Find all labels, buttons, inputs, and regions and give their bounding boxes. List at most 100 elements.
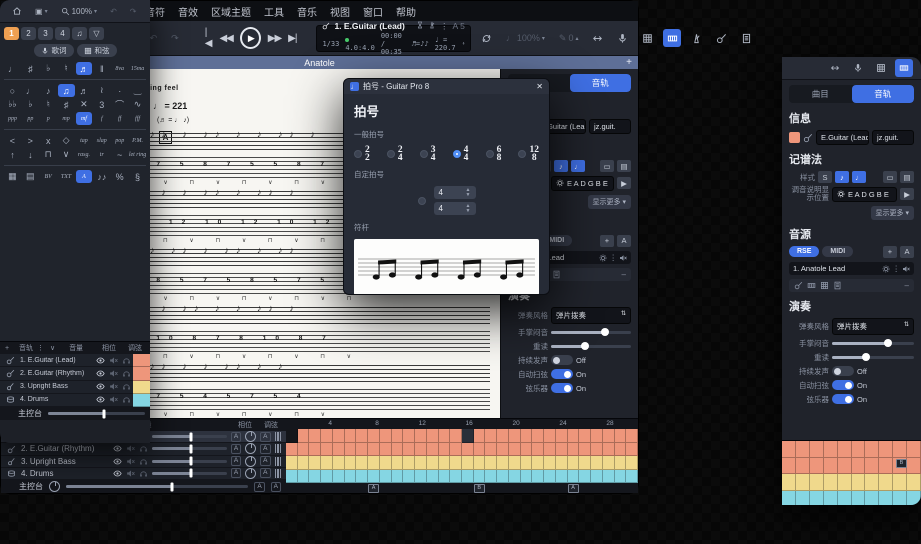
home-icon[interactable] [8, 4, 26, 18]
timeline-cell[interactable] [824, 491, 838, 506]
volume-slider[interactable] [152, 435, 227, 438]
timeline-cell[interactable] [485, 443, 497, 457]
redo-button[interactable]: ↷ [167, 31, 183, 46]
timeline-cell[interactable] [462, 470, 474, 484]
timeline-cell[interactable] [838, 458, 852, 475]
tab-track[interactable]: 音轨 [570, 74, 632, 92]
timeline-cell[interactable] [427, 429, 439, 443]
volume-slider[interactable] [152, 447, 227, 450]
mute-button[interactable] [109, 382, 118, 391]
timeline-cell[interactable] [796, 491, 810, 506]
timeline-cell[interactable] [403, 429, 415, 443]
timeline-cell[interactable] [356, 429, 368, 443]
gear-icon[interactable] [599, 254, 607, 262]
mixer-track-row[interactable]: 2. E.Guitar (Rhythm)AA [1, 443, 286, 455]
timeline-cell[interactable] [309, 429, 321, 443]
timeline-cell[interactable] [509, 429, 521, 443]
timeline-cell[interactable] [345, 429, 357, 443]
timeline-cell[interactable] [879, 441, 893, 458]
flat-icon[interactable]: ♭ [22, 98, 39, 111]
upstroke-icon[interactable]: ∨ [58, 148, 75, 161]
let-ring-icon[interactable]: let ring [129, 148, 146, 161]
slider-手掌闷音[interactable] [551, 331, 631, 334]
tuner-icon[interactable] [687, 31, 706, 46]
time-signature-icon[interactable]: ♬ [76, 62, 93, 75]
beamed-eighths-icon[interactable]: ♫ [58, 84, 75, 97]
solo-headphones-button[interactable] [122, 356, 131, 365]
master-pan-knob[interactable] [49, 481, 60, 492]
pan-automation-button[interactable]: A [260, 444, 270, 454]
timeline-cell[interactable] [615, 429, 627, 443]
timeline-cell[interactable] [474, 429, 486, 443]
dyn-ff-icon[interactable]: ff [111, 112, 128, 125]
solo-headphones-button[interactable] [122, 395, 131, 404]
mute-button[interactable] [109, 369, 118, 378]
palm-mute-icon[interactable]: P.M. [129, 134, 146, 147]
timeline-cell[interactable] [852, 441, 866, 458]
time-signature-option-4-4[interactable]: 44 [453, 146, 469, 162]
toggle-弦乐器[interactable] [551, 383, 573, 393]
timeline-cell[interactable] [879, 491, 893, 506]
timeline-cell[interactable] [603, 456, 615, 470]
timeline-cell[interactable] [286, 470, 298, 484]
voice-button-3[interactable]: 3 [38, 27, 53, 40]
timeline-cell[interactable] [309, 456, 321, 470]
menu-item-音乐[interactable]: 音乐 [297, 4, 317, 19]
fretboard-icon[interactable] [638, 31, 657, 46]
visibility-toggle[interactable] [96, 369, 105, 378]
downstroke-icon[interactable]: ⊓ [40, 148, 57, 161]
add-sound-button[interactable]: + [600, 235, 614, 247]
show-more-button[interactable]: 显示更多 ▾ [588, 195, 631, 209]
timeline-cell[interactable] [852, 491, 866, 506]
mute-button[interactable] [109, 356, 118, 365]
rewind-button[interactable]: ◀◀ [219, 33, 232, 44]
timeline-cell[interactable] [497, 429, 509, 443]
timeline-cell[interactable] [556, 429, 568, 443]
timeline-cell[interactable] [380, 443, 392, 457]
timeline-cell[interactable] [824, 458, 838, 475]
menu-item-帮助[interactable]: 帮助 [396, 4, 416, 19]
timeline-cell[interactable] [907, 458, 921, 475]
gear-icon[interactable] [556, 179, 564, 187]
timeline-cell[interactable] [309, 470, 321, 484]
slider-重读[interactable] [832, 356, 914, 359]
pan-knob[interactable] [245, 443, 256, 454]
collapse-icon[interactable]: – [622, 270, 626, 279]
master-volume-handle[interactable] [103, 409, 106, 418]
timeline-cell[interactable] [368, 456, 380, 470]
timeline-cell[interactable] [532, 456, 544, 470]
mixer-track-row[interactable]: 1. E.Guitar (Lead)AA [0, 354, 150, 367]
timeline-cell[interactable] [321, 429, 333, 443]
pan-knob[interactable] [245, 468, 256, 479]
pan-knob[interactable] [245, 431, 256, 442]
chord-diagram-icon[interactable]: ▦ [4, 170, 21, 183]
timeline-cell[interactable] [380, 470, 392, 484]
clef-icon[interactable]: ♩ [4, 62, 21, 75]
slider-handle[interactable] [581, 342, 589, 350]
slot-menu-icon[interactable]: ⋮ [892, 264, 900, 273]
view-multitrack-button[interactable]: ▤ [900, 171, 914, 183]
timeline-cell[interactable] [415, 470, 427, 484]
timeline-cell[interactable] [474, 470, 486, 484]
tuning-icon[interactable] [275, 444, 282, 453]
solo-headphones-button[interactable] [139, 457, 148, 466]
timeline-cell[interactable] [626, 443, 638, 457]
timeline-cell[interactable] [462, 429, 474, 443]
slider-handle[interactable] [601, 328, 609, 336]
master-automation-button[interactable]: A [254, 482, 264, 492]
volume-handle[interactable] [189, 444, 192, 453]
timeline-cell[interactable] [403, 443, 415, 457]
show-more-button[interactable]: 显示更多 ▾ [871, 206, 914, 220]
filter-icon[interactable]: ▽ [89, 27, 104, 40]
master-volume-handle[interactable] [170, 482, 173, 491]
direction-icon[interactable]: § [129, 170, 146, 183]
tuning-value[interactable]: E A D G B E [848, 190, 889, 199]
timeline-cell[interactable] [427, 456, 439, 470]
toggle-自动扫弦[interactable] [551, 369, 573, 379]
mute-button[interactable] [126, 469, 135, 478]
volume-handle[interactable] [189, 457, 192, 466]
timeline-cell[interactable] [286, 429, 298, 443]
double-flat-icon[interactable]: ♭♭ [4, 98, 21, 111]
section-badge-A[interactable]: A [568, 484, 579, 493]
timeline-cell[interactable] [392, 456, 404, 470]
